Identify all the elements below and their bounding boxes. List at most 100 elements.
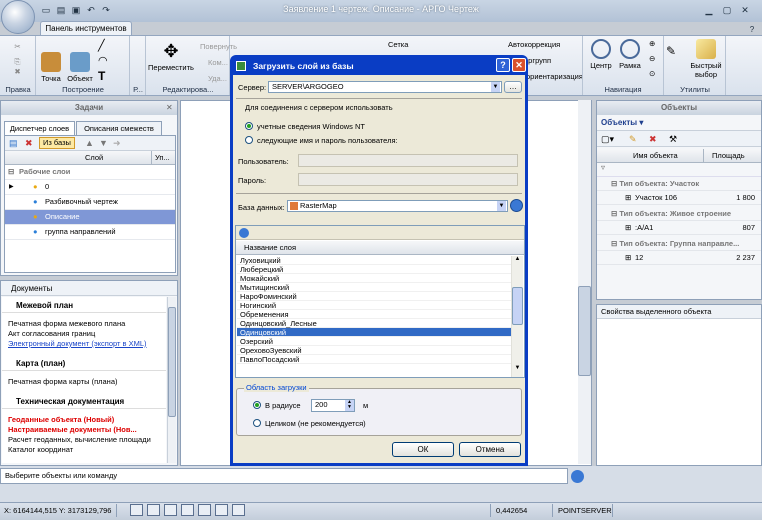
move-button[interactable]: ✥ Переместить: [146, 39, 196, 72]
tab-tools[interactable]: Панель инструментов: [40, 21, 132, 35]
object-row[interactable]: ⊞:А/А1 807: [597, 221, 761, 235]
delete-obj-button[interactable]: Уда...: [208, 74, 227, 83]
text-icon[interactable]: T: [98, 69, 105, 83]
copy-obj-button[interactable]: Ком...: [208, 58, 228, 67]
object-row[interactable]: ⊞ Участок 106 1 800: [597, 191, 761, 205]
doc-section-title[interactable]: Карта (план): [2, 357, 166, 371]
tool-icon[interactable]: ✎: [666, 44, 676, 58]
refresh-db-button[interactable]: [510, 199, 523, 212]
minimize-icon[interactable]: ▁: [702, 4, 716, 17]
layers-list-scrollbar[interactable]: ▲ ▼: [511, 256, 523, 377]
doc-section-title[interactable]: Межевой план: [2, 299, 166, 313]
db-select[interactable]: RasterMap ▼: [287, 200, 508, 212]
command-go-icon[interactable]: [571, 470, 584, 483]
canvas-scrollbar[interactable]: [578, 100, 591, 464]
orient-button[interactable]: ориентаризация: [526, 72, 583, 81]
zoom-in-icon[interactable]: ⊕: [649, 39, 655, 48]
maximize-icon[interactable]: ▢: [720, 4, 734, 17]
snap-icon[interactable]: [130, 504, 143, 516]
radio-user[interactable]: [245, 136, 253, 144]
doc-item[interactable]: Акт согласования границ: [2, 329, 166, 339]
osnap-icon[interactable]: [215, 504, 228, 516]
layer-list-item[interactable]: Одинцовский_Лесные: [237, 319, 511, 328]
arc-icon[interactable]: ◠: [98, 54, 108, 67]
expand-icon[interactable]: ⊞: [625, 191, 631, 205]
doc-item[interactable]: Расчет геоданных, вычисление площади: [2, 435, 166, 445]
layer-list-item[interactable]: ПавлоПосадский: [237, 355, 511, 364]
layer-list-item[interactable]: Можайский: [237, 274, 511, 283]
edit-icon[interactable]: ✎: [629, 134, 637, 145]
tab-layer-manager[interactable]: Диспетчер слоев: [4, 121, 75, 135]
zoom-out-icon[interactable]: ⊖: [649, 54, 655, 63]
object-group-row[interactable]: ⊟ Тип объекта: Живое строение: [597, 207, 761, 221]
quick-select-button[interactable]: Быстрый выбор: [686, 39, 726, 79]
layer-list-item[interactable]: Ногинский: [237, 301, 511, 310]
line-icon[interactable]: ╱: [98, 39, 105, 52]
doc-item[interactable]: Каталог координат: [2, 445, 166, 455]
grid-snap-icon[interactable]: [164, 504, 177, 516]
grid-button[interactable]: Сетка: [388, 40, 408, 49]
password-field[interactable]: [298, 173, 518, 186]
objects-filter-row[interactable]: ▿: [597, 163, 761, 177]
app-menu-button[interactable]: [1, 0, 35, 34]
group-button[interactable]: аргрупп: [524, 56, 551, 65]
delete-icon[interactable]: ✖: [4, 67, 31, 76]
down-icon[interactable]: ▼: [99, 138, 108, 148]
panel-close-icon[interactable]: ✕: [166, 103, 173, 112]
object-group-row[interactable]: ⊟ Тип объекта: Участок: [597, 177, 761, 191]
layer-group-row[interactable]: ⊟ Рабочие слои: [5, 165, 175, 180]
arrow-icon[interactable]: ➜: [113, 138, 121, 149]
layer-list-item[interactable]: Озерский: [237, 337, 511, 346]
layer-list-item[interactable]: Луховицкий: [237, 256, 511, 265]
server-select[interactable]: SERVER\ARGOGEO ▼: [268, 81, 502, 93]
radius-input[interactable]: 200 ▲ ▼: [311, 399, 355, 412]
layer-list-item[interactable]: Обременения: [237, 310, 511, 319]
doc-item[interactable]: Печатная форма межевого плана: [2, 319, 166, 329]
radio-whole[interactable]: [253, 419, 261, 427]
object-row[interactable]: ⊞ 12 2 237: [597, 251, 761, 265]
tools-icon[interactable]: ⚒: [669, 134, 677, 145]
layer-list-item[interactable]: ОреховоЗуевский: [237, 346, 511, 355]
frame-button[interactable]: Рамка: [617, 39, 643, 70]
collapse-icon[interactable]: ⊟: [8, 165, 14, 179]
object-button[interactable]: Объект: [66, 52, 94, 83]
layer-row[interactable]: ● Разбивочный чертеж: [5, 195, 175, 210]
rotate-button[interactable]: Повернуть: [200, 42, 237, 51]
from-db-button[interactable]: Из базы: [39, 137, 75, 149]
layer-list-item-selected[interactable]: Одинцовский: [237, 328, 511, 337]
command-line[interactable]: Выберите объекты или команду: [0, 468, 568, 484]
ortho-icon[interactable]: [147, 504, 160, 516]
doc-item[interactable]: Геоданные объекта (Новый): [2, 415, 166, 425]
objects-filter[interactable]: Объекты ▾: [597, 115, 761, 130]
open-icon[interactable]: ▤: [55, 4, 67, 16]
expand-icon[interactable]: ⊞: [625, 251, 631, 265]
layer-list-item[interactable]: НароФоминский: [237, 292, 511, 301]
expand-icon[interactable]: ⊞: [625, 221, 631, 235]
tab-adjacent[interactable]: Описания смежеств: [76, 121, 162, 135]
scroll-thumb[interactable]: [512, 287, 523, 325]
track-icon[interactable]: [198, 504, 211, 516]
documents-scrollbar[interactable]: [167, 297, 176, 463]
spin-icon[interactable]: ▲ ▼: [345, 400, 354, 411]
autocorrect-button[interactable]: Автокоррекция: [508, 40, 560, 49]
layer-list-item[interactable]: Мытищинский: [237, 283, 511, 292]
polar-icon[interactable]: [181, 504, 194, 516]
dialog-help-button[interactable]: ?: [496, 58, 510, 72]
redo-icon[interactable]: ↷: [100, 4, 112, 16]
scroll-up-icon[interactable]: ▲: [512, 256, 523, 265]
browse-server-button[interactable]: …: [504, 81, 522, 93]
remove-layer-icon[interactable]: ✖: [25, 138, 33, 149]
delete-object-icon[interactable]: ✖: [649, 134, 657, 145]
doc-item[interactable]: Настраиваемые документы (Нов...: [2, 425, 166, 435]
doc-item[interactable]: Электронный документ (экспорт в XML): [2, 339, 166, 349]
layer-list-item[interactable]: Люберецкий: [237, 265, 511, 274]
add-layer-icon[interactable]: ▤: [9, 138, 18, 149]
cut-icon[interactable]: ✂: [4, 42, 31, 51]
scroll-down-icon[interactable]: ▼: [512, 365, 523, 371]
new-icon[interactable]: ▭: [40, 4, 52, 16]
radio-radius[interactable]: [253, 401, 261, 409]
doc-section-title[interactable]: Техническая документация: [2, 395, 166, 409]
select-icon[interactable]: ▢▾: [601, 134, 614, 145]
close-icon[interactable]: ✕: [738, 4, 752, 17]
object-group-row[interactable]: ⊟ Тип объекта: Группа направле...: [597, 237, 761, 251]
